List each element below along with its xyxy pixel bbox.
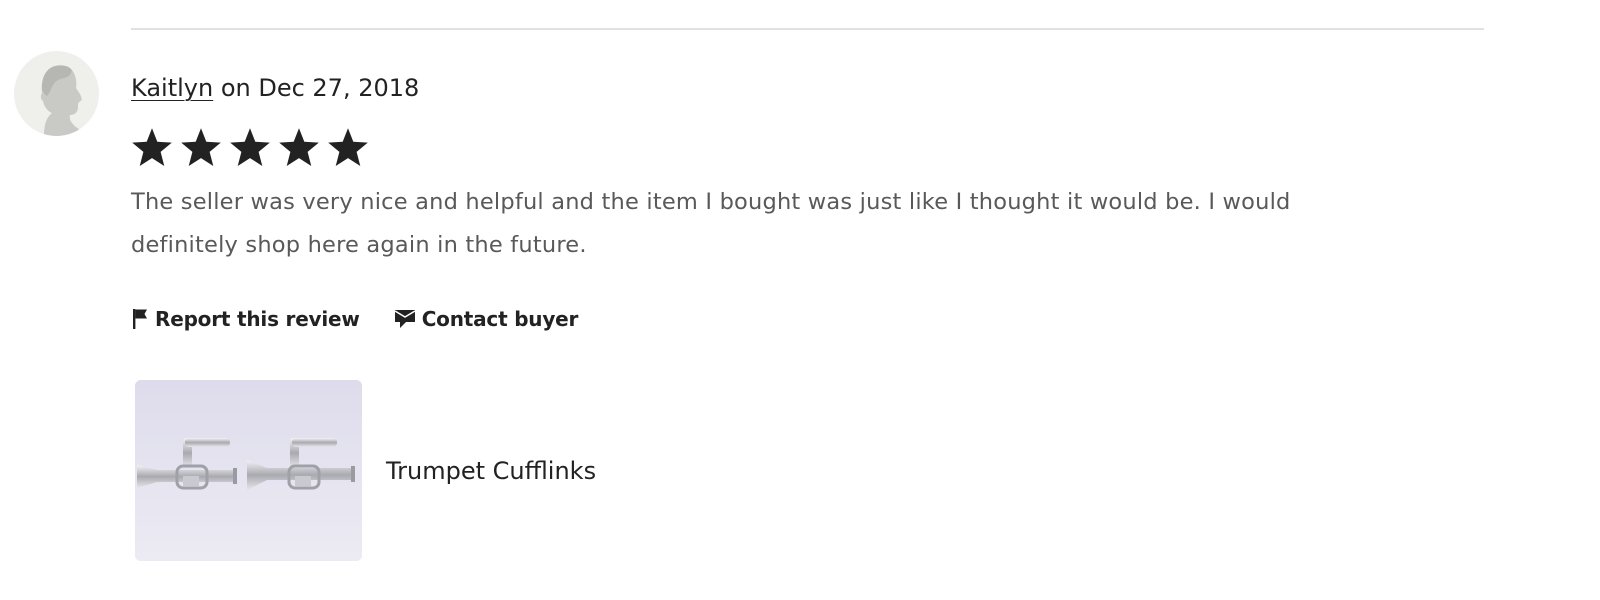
review-text: The seller was very nice and helpful and… [131,189,1291,258]
star-icon [228,126,272,170]
contact-buyer-label: Contact buyer [421,307,579,331]
star-icon [277,126,321,170]
review-page: Kaitlyn on Dec 27, 2018 The seller was v… [0,0,1600,600]
message-icon [394,308,416,330]
product-image[interactable] [135,380,362,561]
report-review-label: Report this review [155,307,360,331]
reviewer-name-link[interactable]: Kaitlyn [131,74,213,102]
star-rating [130,126,370,170]
star-icon [179,126,223,170]
star-icon [130,126,174,170]
report-review-button[interactable]: Report this review [131,307,360,331]
contact-buyer-button[interactable]: Contact buyer [394,307,579,331]
review-body: Kaitlyn on Dec 27, 2018 The seller was v… [131,68,1471,331]
review-actions: Report this review Contact buyer [131,304,578,334]
date-prefix: on [213,74,259,102]
flag-icon [131,308,149,330]
section-divider [131,28,1484,30]
reviewed-product[interactable]: Trumpet Cufflinks [135,380,596,561]
star-icon [326,126,370,170]
review-date: Dec 27, 2018 [258,74,420,102]
user-avatar-icon [14,51,99,136]
product-name[interactable]: Trumpet Cufflinks [386,457,596,485]
review-byline: Kaitlyn on Dec 27, 2018 [131,68,1471,108]
